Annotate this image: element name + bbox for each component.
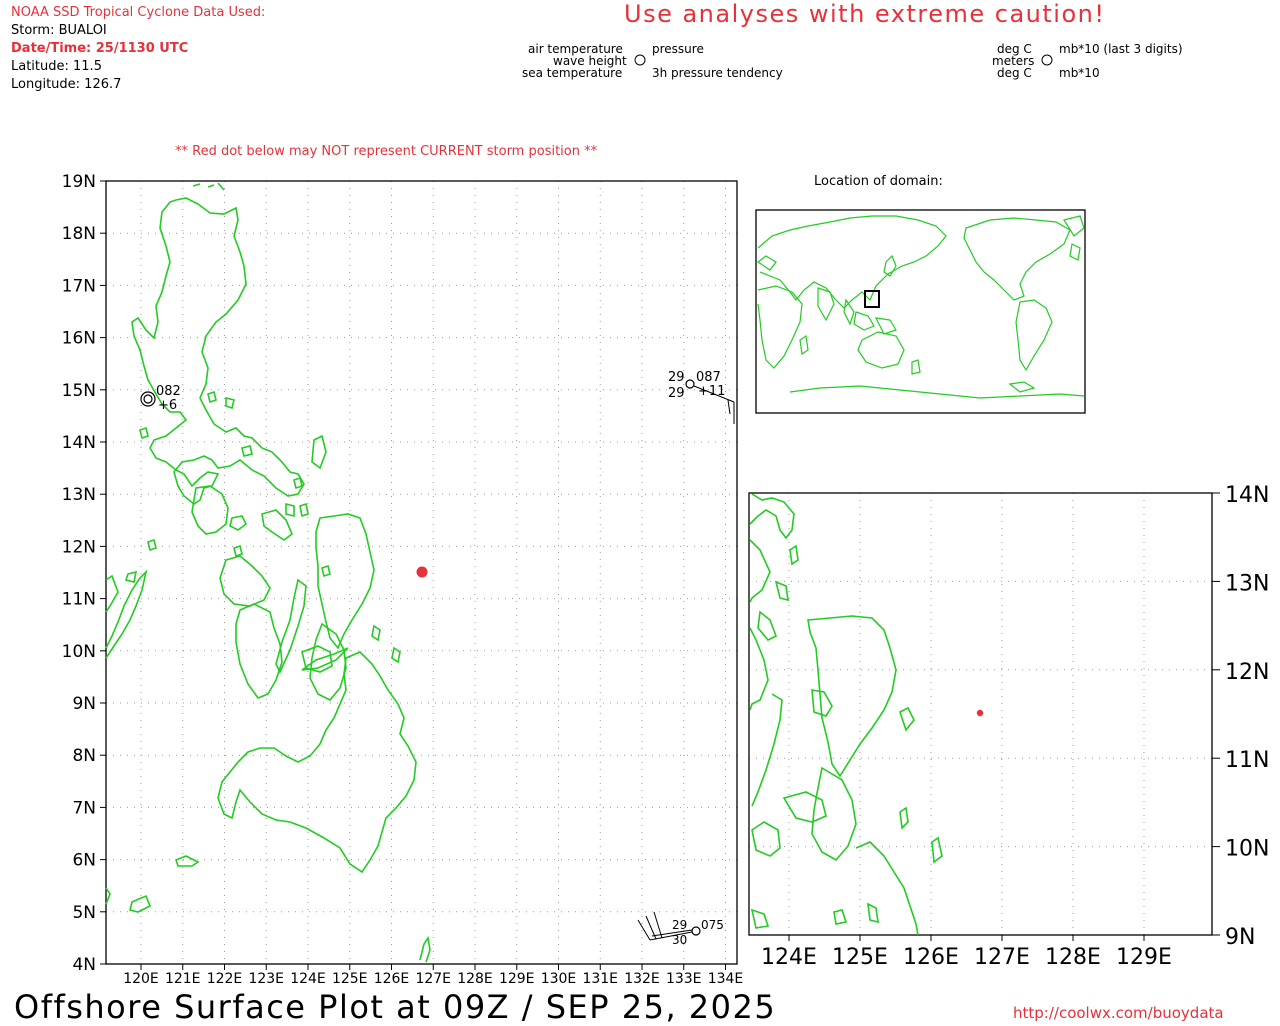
main-lat-label: 9N (72, 694, 96, 714)
legend-station-circle (634, 54, 646, 66)
main-lon-label: 134E (708, 971, 744, 987)
station-west: 082 +6 (140, 384, 181, 413)
main-lat-label: 4N (72, 955, 96, 975)
main-lat-label: 12N (62, 537, 96, 557)
storm-position-dot (416, 566, 428, 578)
main-lon-label: 124E (290, 971, 326, 987)
zoom-map: 14N13N12N11N10N9N 124E 125E 126E 127E 128E 12… (748, 483, 1269, 970)
main-map: 19N 18N 17N 16N 15N 14N 13N 12N 11N 10N 9N 8N 7N 6N 5N… (62, 172, 744, 987)
zoom-lon-label: 125E (832, 945, 888, 970)
zoom-map-grid (749, 492, 1220, 941)
station-northeast-air-temp: 29 (668, 370, 685, 385)
station-southeast-air-temp: 29 (672, 918, 687, 932)
main-lat-label: 16N (62, 329, 96, 349)
zoom-lon-label: 127E (974, 945, 1030, 970)
map-canvas: 19N 18N 17N 16N 15N 14N 13N 12N 11N 10N 9N 8N 7N 6N 5N… (62, 54, 1269, 987)
zoom-lat-labels: 14N 13N 12N 11N 10N 9N (1225, 483, 1269, 950)
station-west-tendency: +6 (158, 398, 177, 413)
main-lat-labels: 19N 18N 17N 16N 15N 14N 13N 12N 11N 10N 9N 8N 7N 6N 5N… (62, 172, 96, 975)
philippines-coastline (105, 182, 431, 963)
zoom-coastline (749, 493, 943, 936)
main-lon-label: 127E (415, 971, 451, 987)
station-southeast: 29 075 30 (637, 911, 724, 947)
main-lon-label: 130E (541, 971, 577, 987)
main-lat-label: 8N (72, 746, 96, 766)
zoom-lat-label: 13N (1225, 571, 1269, 596)
plot-title: Offshore Surface Plot at 09Z / SEP 25, 2… (14, 988, 777, 1026)
zoom-lat-label: 14N (1225, 483, 1269, 508)
station-northeast: 29 087 29 +11 (668, 370, 735, 424)
main-lon-label: 125E (332, 971, 368, 987)
source-url[interactable]: http://coolwx.com/buoydata (1013, 1004, 1224, 1022)
zoom-lat-label: 9N (1225, 925, 1255, 950)
main-lon-label: 126E (374, 971, 410, 987)
zoom-lon-labels: 124E 125E 126E 127E 128E 129E (761, 945, 1172, 970)
main-lat-label: 19N (62, 172, 96, 192)
legend-unit-circle (1041, 54, 1053, 66)
main-lat-label: 17N (62, 276, 96, 296)
station-southeast-pressure: 075 (701, 918, 724, 932)
station-northeast-sea-temp: 29 (668, 386, 685, 401)
main-lon-label: 123E (248, 971, 284, 987)
main-lon-label: 122E (207, 971, 243, 987)
main-lon-label: 120E (123, 971, 159, 987)
main-lon-label: 129E (499, 971, 535, 987)
zoom-lat-label: 12N (1225, 660, 1269, 685)
main-lon-label: 128E (457, 971, 493, 987)
station-west-pressure: 082 (156, 384, 181, 399)
station-northeast-tendency: +11 (698, 384, 725, 399)
zoom-lat-label: 10N (1225, 837, 1269, 862)
main-lat-label: 18N (62, 224, 96, 244)
main-lon-label: 133E (666, 971, 702, 987)
locator-map (755, 209, 1086, 414)
main-lat-label: 5N (72, 903, 96, 923)
station-northeast-pressure: 087 (696, 370, 721, 385)
zoom-storm-dot (976, 709, 984, 717)
main-lat-label: 14N (62, 433, 96, 453)
zoom-lon-label: 124E (761, 945, 817, 970)
main-lat-label: 15N (62, 381, 96, 401)
main-lat-label: 7N (72, 798, 96, 818)
main-lat-label: 11N (62, 590, 96, 610)
main-lon-label: 121E (165, 971, 201, 987)
station-southeast-sea-temp: 30 (672, 933, 687, 947)
main-lon-label: 132E (624, 971, 660, 987)
zoom-lat-label: 11N (1225, 748, 1269, 773)
main-lat-label: 10N (62, 642, 96, 662)
zoom-lon-label: 128E (1045, 945, 1101, 970)
main-lat-label: 13N (62, 485, 96, 505)
main-lon-labels: 120E 121E 122E 123E 124E 125E 126E 127E 128E 129E… (123, 971, 743, 987)
zoom-lon-label: 126E (903, 945, 959, 970)
main-lon-label: 131E (582, 971, 618, 987)
zoom-lon-label: 129E (1116, 945, 1172, 970)
main-lat-label: 6N (72, 851, 96, 871)
